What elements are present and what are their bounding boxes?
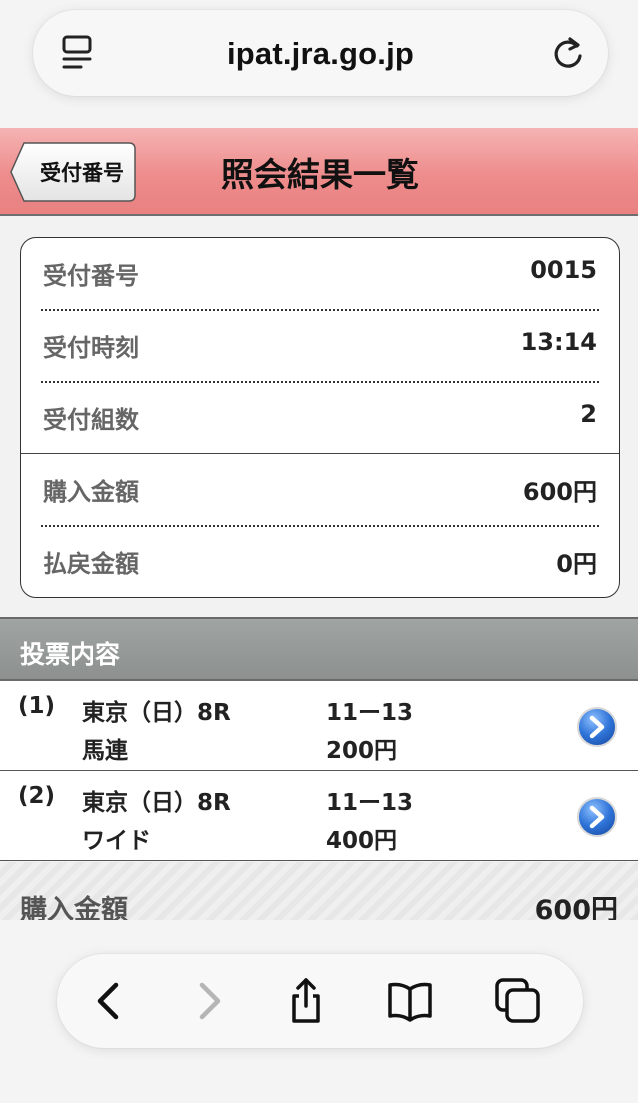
- chevron-right-circle-icon[interactable]: [576, 796, 618, 838]
- bookmarks-icon[interactable]: [385, 976, 435, 1026]
- summary-label: 受付組数: [43, 406, 139, 434]
- reload-icon[interactable]: [550, 34, 586, 72]
- browser-bottom-area: [0, 920, 638, 1103]
- total-bar: 購入金額 600円: [0, 862, 638, 926]
- bet-amount: 400円: [326, 828, 398, 854]
- summary-value: 0円: [556, 550, 597, 578]
- bet-row-2[interactable]: (2) 東京（日）8R ワイド 11ー13 400円: [0, 771, 638, 861]
- summary-label: 払戻金額: [43, 550, 139, 578]
- share-icon[interactable]: [281, 976, 331, 1026]
- bet-combination: 11ー13: [326, 790, 414, 816]
- back-button-label: 受付番号: [40, 161, 124, 185]
- page-title: 照会結果一覧: [221, 155, 419, 194]
- summary-value: 0015: [530, 256, 597, 284]
- bet-combination: 11ー13: [326, 700, 414, 726]
- bet-type: 馬連: [82, 738, 128, 764]
- section-title: 投票内容: [20, 640, 121, 669]
- summary-section: 受付番号 0015 受付時刻 13:14 受付組数 2 購入金額 600円 払戻…: [0, 218, 638, 618]
- summary-card: 受付番号 0015 受付時刻 13:14 受付組数 2 購入金額 600円 払戻…: [20, 237, 620, 598]
- summary-label: 受付時刻: [43, 334, 139, 362]
- summary-value: 13:14: [520, 328, 597, 356]
- back-to-receipt-button[interactable]: 受付番号: [10, 142, 136, 202]
- summary-row-receipt-time: 受付時刻 13:14: [41, 310, 599, 382]
- address-bar[interactable]: ipat.jra.go.jp: [33, 10, 608, 96]
- browser-toolbar: [57, 954, 583, 1048]
- summary-row-set-count: 受付組数 2: [41, 382, 599, 454]
- summary-row-payout-amount: 払戻金額 0円: [41, 526, 599, 598]
- chevron-right-circle-icon[interactable]: [576, 706, 618, 748]
- summary-row-receipt-number: 受付番号 0015: [41, 238, 599, 310]
- bet-row-1[interactable]: (1) 東京（日）8R 馬連 11ー13 200円: [0, 681, 638, 771]
- browser-top-bar: ipat.jra.go.jp: [0, 0, 638, 128]
- bet-number: (2): [18, 783, 56, 809]
- back-icon[interactable]: [85, 976, 135, 1026]
- tabs-icon[interactable]: [493, 976, 543, 1026]
- bet-number: (1): [18, 693, 56, 719]
- summary-label: 受付番号: [43, 262, 139, 290]
- bet-race: 東京（日）8R: [82, 790, 231, 816]
- summary-value: 2: [580, 400, 597, 428]
- forward-icon[interactable]: [183, 976, 233, 1026]
- summary-label: 購入金額: [43, 478, 139, 506]
- bet-amount: 200円: [326, 738, 398, 764]
- bet-type: ワイド: [82, 828, 151, 854]
- bet-race: 東京（日）8R: [82, 700, 231, 726]
- bet-details-header: 投票内容: [0, 617, 638, 681]
- page-header: 受付番号 照会結果一覧: [0, 128, 638, 216]
- summary-value: 600円: [522, 478, 597, 506]
- summary-row-purchase-amount: 購入金額 600円: [41, 454, 599, 526]
- url-text[interactable]: ipat.jra.go.jp: [33, 36, 608, 72]
